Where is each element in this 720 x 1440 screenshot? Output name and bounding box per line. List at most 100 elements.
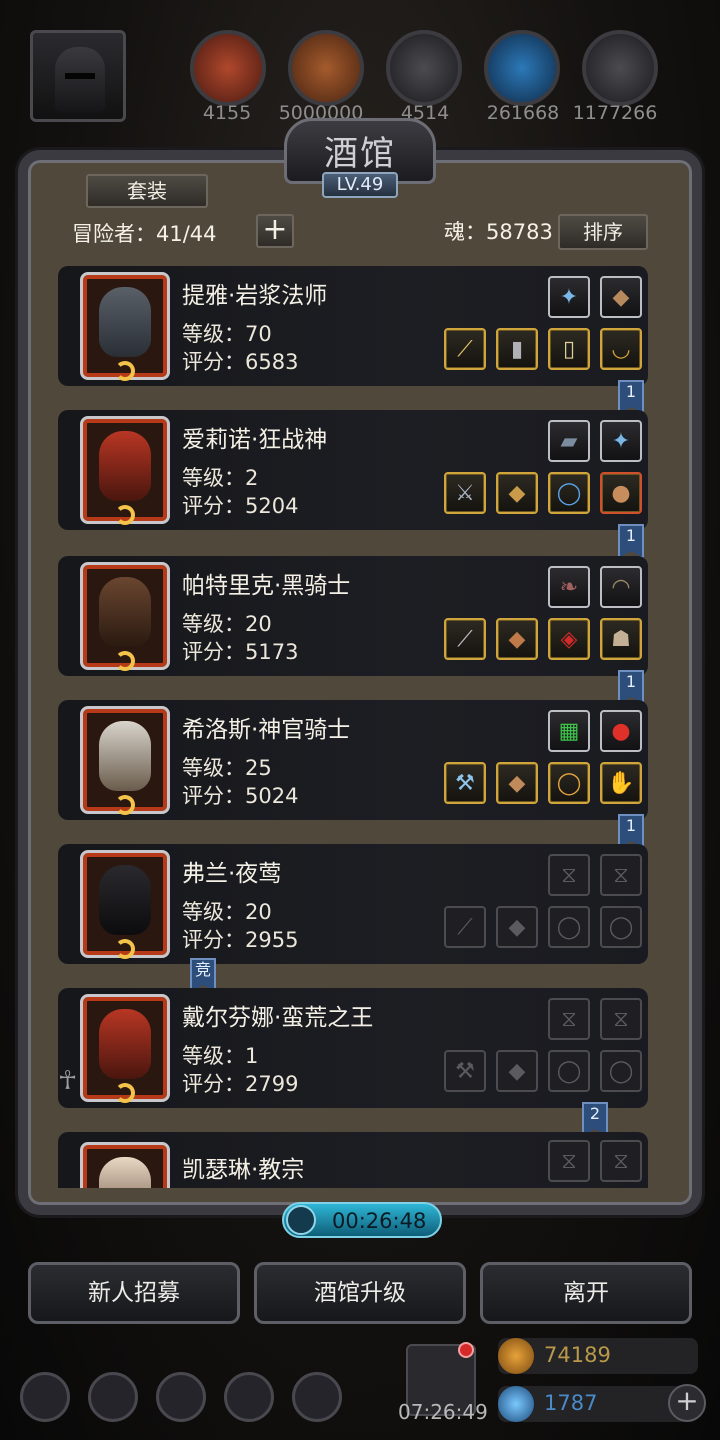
empty-weapon-slot-icon[interactable]: ⚒	[444, 1050, 486, 1092]
mage-face-icon	[99, 287, 151, 357]
barbarian-face-icon	[99, 1009, 151, 1079]
knight-helmet-icon	[55, 47, 105, 113]
feather-icon[interactable]: ❧	[548, 566, 590, 608]
hero-portrait	[80, 1142, 170, 1188]
crystal-resource-icon[interactable]	[484, 30, 560, 106]
hero-level: 等级：2	[182, 466, 259, 490]
iron-resource-icon[interactable]	[386, 30, 462, 106]
player-avatar[interactable]	[30, 30, 126, 122]
hero-score: 评分：5173	[182, 640, 299, 664]
tome-icon[interactable]: ▰	[548, 420, 590, 462]
empty-slot-icon[interactable]: ⧖	[548, 1140, 590, 1182]
hero-card[interactable]: 提雅·岩浆法师 等级：70 评分：6583 ✦ ◆ ⟋ ▮ ▯ ◡	[58, 266, 648, 386]
pope-face-icon	[99, 1157, 151, 1188]
empty-armor-slot-icon[interactable]: ◆	[496, 1050, 538, 1092]
lumber-resource-icon[interactable]	[288, 30, 364, 106]
timer-text: 00:26:48	[332, 1209, 427, 1233]
necklace-icon[interactable]: ◡	[600, 328, 642, 370]
helmet-icon[interactable]: ●	[600, 472, 642, 514]
hero-card[interactable]: 爱莉诺·狂战神 等级：2 评分：5204 ▰ ✦ ⚔ ◆ ◯ ●	[58, 410, 648, 530]
bracelet-icon[interactable]: ◠	[600, 566, 642, 608]
top-resource-bar: 4155 5000000 4514 261668 1177266	[0, 0, 720, 130]
hero-score: 评分：5204	[182, 494, 299, 518]
red-gem-icon[interactable]: ●	[600, 710, 642, 752]
axe-icon[interactable]: ⚔	[444, 472, 486, 514]
hammer-icon[interactable]: ⚒	[444, 762, 486, 804]
walking-figure-icon: ☥	[58, 1066, 78, 1096]
empty-slot-icon[interactable]: ⧖	[548, 998, 590, 1040]
hero-score: 评分：5024	[182, 784, 299, 808]
hero-name: 弗兰·夜莺	[182, 861, 282, 887]
hero-score: 评分：6583	[182, 350, 299, 374]
gem-necklace-icon[interactable]: ◈	[548, 618, 590, 660]
spear-icon[interactable]: ⟋	[444, 618, 486, 660]
upgrade-tavern-button[interactable]: 酒馆升级	[254, 1262, 466, 1324]
chest-armor-icon[interactable]: ◆	[496, 762, 538, 804]
soul-count: 魂：58783	[444, 220, 553, 244]
mask-icon[interactable]: ☗	[600, 618, 642, 660]
achievement-star-icon[interactable]	[88, 1372, 138, 1422]
hero-card[interactable]: 戴尔芬娜·蛮荒之王 等级：1 评分：2799 ⧖ ⧖ ⚒ ◆ ◯ ◯	[58, 988, 648, 1108]
empty-ring-slot-icon[interactable]: ◯	[600, 1050, 642, 1092]
chest-armor-icon[interactable]: ◆	[496, 472, 538, 514]
green-rune-icon[interactable]: ▦	[548, 710, 590, 752]
add-adventurer-button[interactable]: +	[256, 214, 294, 248]
hero-card[interactable]: 希洛斯·神官骑士 等级：25 评分：5024 ▦ ● ⚒ ◆ ◯ ✋	[58, 700, 648, 820]
hero-name: 凯瑟琳·教宗	[182, 1157, 305, 1183]
gauntlet-icon[interactable]: ✋	[600, 762, 642, 804]
steel-amount: 1177266	[572, 102, 658, 124]
steel-resource-icon[interactable]	[582, 30, 658, 106]
hero-card[interactable]: 帕特里克·黑骑士 等级：20 评分：5173 ❧ ◠ ⟋ ◆ ◈ ☗	[58, 556, 648, 676]
moon-icon	[115, 1083, 135, 1103]
hero-level: 等级：20	[182, 612, 272, 636]
hero-level: 等级：70	[182, 322, 272, 346]
wood-resource-icon[interactable]	[190, 30, 266, 106]
hero-score: 评分：2799	[182, 1072, 299, 1096]
amulet-icon[interactable]: ✦	[600, 420, 642, 462]
ring-icon[interactable]: ◯	[548, 762, 590, 804]
set-button[interactable]: 套装	[86, 174, 208, 208]
armor-icon[interactable]: ◆	[600, 276, 642, 318]
notification-dot	[458, 1342, 474, 1358]
countdown-timer: 00:26:48	[282, 1202, 442, 1238]
map-icon[interactable]	[292, 1372, 342, 1422]
castle-icon[interactable]	[156, 1372, 206, 1422]
empty-ring-slot-icon[interactable]: ◯	[548, 1050, 590, 1092]
empty-ring-slot-icon[interactable]: ◯	[600, 906, 642, 948]
hero-name: 戴尔芬娜·蛮荒之王	[182, 1005, 374, 1031]
hero-portrait	[80, 706, 170, 815]
ring-icon[interactable]: ◯	[548, 472, 590, 514]
hero-name: 希洛斯·神官骑士	[182, 717, 351, 743]
add-currency-button[interactable]: +	[668, 1384, 706, 1422]
robe-icon[interactable]: ▮	[496, 328, 538, 370]
empty-ring-slot-icon[interactable]: ◯	[548, 906, 590, 948]
chest-armor-icon[interactable]: ◆	[496, 618, 538, 660]
staff-icon[interactable]: ⟋	[444, 328, 486, 370]
hero-name: 爱莉诺·狂战神	[182, 427, 328, 453]
leave-button[interactable]: 离开	[480, 1262, 692, 1324]
empty-armor-slot-icon[interactable]: ◆	[496, 906, 538, 948]
hero-portrait	[80, 850, 170, 959]
empty-slot-icon[interactable]: ⧖	[548, 854, 590, 896]
amulet-icon[interactable]: ✦	[548, 276, 590, 318]
gold-display: 74189	[498, 1338, 698, 1374]
hero-level: 等级：20	[182, 900, 272, 924]
hero-level: 等级：1	[182, 1044, 259, 1068]
adventurers-count: 冒险者：41/44	[72, 222, 217, 246]
empty-slot-icon[interactable]: ⧖	[600, 998, 642, 1040]
moon-icon	[115, 361, 135, 381]
moon-icon	[115, 505, 135, 525]
empty-slot-icon[interactable]: ⧖	[600, 854, 642, 896]
blue-gem-icon	[498, 1386, 534, 1422]
hero-card[interactable]: 弗兰·夜莺 等级：20 评分：2955 ⧖ ⧖ ⟋ ◆ ◯ ◯	[58, 844, 648, 964]
mail-icon[interactable]	[224, 1372, 274, 1422]
settings-gear-icon[interactable]	[20, 1372, 70, 1422]
sort-button[interactable]: 排序	[558, 214, 648, 250]
empty-slot-icon[interactable]: ⧖	[600, 1140, 642, 1182]
empty-weapon-slot-icon[interactable]: ⟋	[444, 906, 486, 948]
hero-card[interactable]: 凯瑟琳·教宗 ⧖ ⧖	[58, 1132, 648, 1188]
recruit-button[interactable]: 新人招募	[28, 1262, 240, 1324]
scroll-icon[interactable]: ▯	[548, 328, 590, 370]
dark-knight-face-icon	[99, 577, 151, 647]
moon-icon	[115, 939, 135, 959]
